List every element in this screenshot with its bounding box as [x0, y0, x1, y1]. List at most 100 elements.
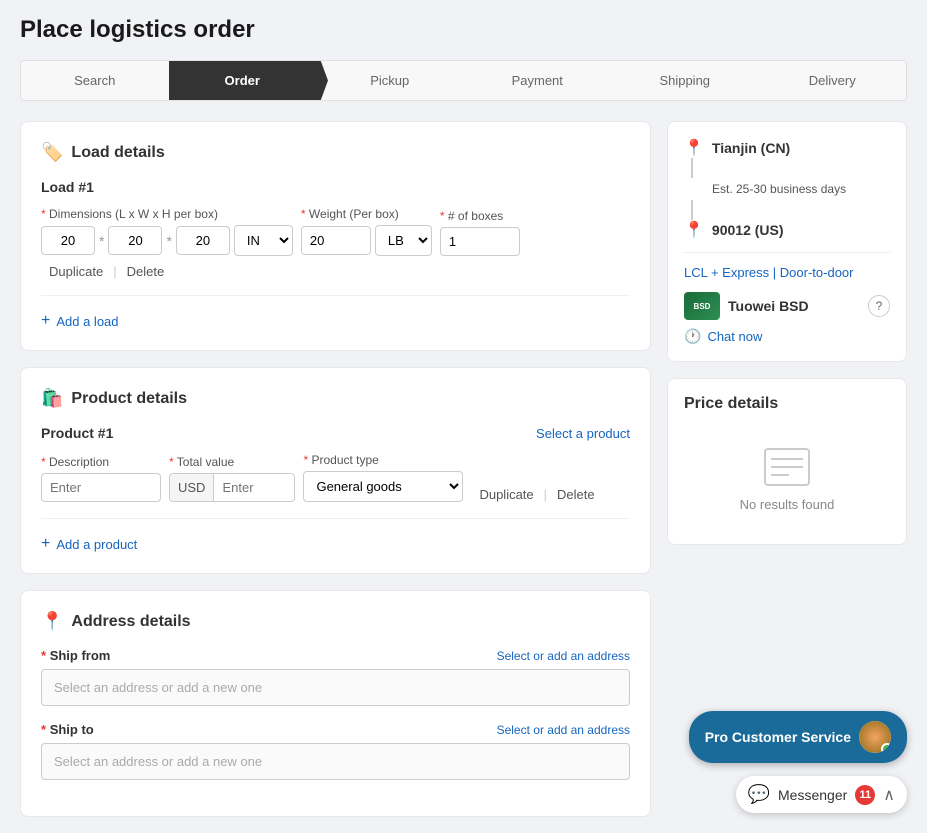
dim-h-input[interactable]	[176, 226, 230, 255]
pro-service-label: Pro Customer Service	[705, 729, 851, 745]
pro-avatar	[859, 721, 891, 753]
step-delivery[interactable]: Delivery	[759, 61, 907, 100]
product-details-title: 🛍️ Product details	[41, 388, 630, 409]
address-details-title: 📍 Address details	[41, 611, 630, 632]
origin-icon: 📍	[684, 138, 704, 158]
product-action-links: Duplicate | Delete	[479, 487, 594, 502]
load-details-title: 🏷️ Load details	[41, 142, 630, 163]
messenger-expand-icon[interactable]: ∧	[883, 785, 895, 805]
step-pickup[interactable]: Pickup	[316, 61, 464, 100]
forwarder-logo: BSD	[684, 292, 720, 320]
description-input[interactable]	[41, 473, 161, 502]
messenger-label: Messenger	[778, 787, 847, 803]
load-form-row: * Dimensions (L x W x H per box) * * IN …	[41, 207, 630, 279]
no-results-section: No results found	[684, 429, 890, 528]
weight-group: * Weight (Per box) LB KG	[301, 207, 432, 256]
forwarder-name: Tuowei BSD	[728, 298, 860, 314]
weight-label: * Weight (Per box)	[301, 207, 432, 221]
price-details-card: Price details No results found	[667, 378, 907, 545]
route-est: Est. 25-30 business days	[712, 182, 890, 196]
chat-now-button[interactable]: 🕐 Chat now	[684, 328, 890, 345]
chat-icon: 🕐	[684, 328, 701, 345]
step-search[interactable]: Search	[21, 61, 169, 100]
page-title: Place logistics order	[20, 16, 907, 44]
product-number-label: Product #1	[41, 425, 113, 441]
route-origin: 📍 Tianjin (CN)	[684, 138, 890, 158]
step-payment[interactable]: Payment	[464, 61, 612, 100]
ship-to-link[interactable]: Select or add an address	[497, 723, 630, 737]
ship-to-input[interactable]: Select an address or add a new one	[41, 743, 630, 780]
value-input-group: USD	[169, 473, 295, 502]
value-input[interactable]	[214, 474, 294, 501]
pro-online-badge	[881, 743, 891, 753]
weight-unit-select[interactable]: LB KG	[375, 225, 432, 256]
ship-from-label-row: * Ship from Select or add an address	[41, 648, 630, 663]
no-results-icon	[761, 445, 813, 489]
route-divider	[684, 252, 890, 253]
step-shipping[interactable]: Shipping	[611, 61, 759, 100]
select-product-link[interactable]: Select a product	[536, 426, 630, 441]
help-icon[interactable]: ?	[868, 295, 890, 317]
total-value-group: * Total value USD	[169, 455, 295, 502]
ship-from-link[interactable]: Select or add an address	[497, 649, 630, 663]
pro-customer-service-button[interactable]: Pro Customer Service	[689, 711, 907, 763]
boxes-group: * # of boxes	[440, 209, 520, 256]
route-service-type: LCL + Express | Door-to-door	[684, 265, 890, 280]
ship-from-input[interactable]: Select an address or add a new one	[41, 669, 630, 706]
load-action-links: Duplicate | Delete	[49, 264, 164, 279]
product-header-row: Product #1 Select a product	[41, 425, 630, 441]
ship-from-label: * Ship from	[41, 648, 110, 663]
dim-sep-2: *	[166, 233, 171, 249]
dim-unit-select[interactable]: IN CM	[234, 225, 293, 256]
dimensions-group: * Dimensions (L x W x H per box) * * IN …	[41, 207, 293, 256]
messenger-bar[interactable]: 💬 Messenger 11 ∧	[736, 776, 907, 813]
dim-l-input[interactable]	[41, 226, 95, 255]
address-icon: 📍	[41, 611, 63, 632]
ship-to-label: * Ship to	[41, 722, 94, 737]
step-order[interactable]: Order	[169, 61, 317, 100]
route-connector	[691, 158, 693, 178]
address-details-card: 📍 Address details * Ship from Select or …	[20, 590, 651, 817]
messenger-icon: 💬	[748, 784, 770, 805]
load-duplicate-link[interactable]: Duplicate	[49, 264, 103, 279]
price-title: Price details	[684, 395, 890, 413]
boxes-input[interactable]	[440, 227, 520, 256]
messenger-badge: 11	[855, 785, 875, 805]
load-delete-link[interactable]: Delete	[127, 264, 165, 279]
no-results-text: No results found	[740, 497, 835, 512]
product-details-card: 🛍️ Product details Product #1 Select a p…	[20, 367, 651, 574]
product-duplicate-link[interactable]: Duplicate	[479, 487, 533, 502]
product-form-row: * Description * Total value USD	[41, 453, 630, 502]
stepper: Search Order Pickup Payment Shipping Del…	[20, 60, 907, 101]
currency-label: USD	[170, 474, 214, 501]
add-product-plus-icon: +	[41, 535, 50, 553]
dim-inputs-row: * * IN CM	[41, 225, 293, 256]
add-product-button[interactable]: + Add a product	[41, 535, 630, 553]
add-load-plus-icon: +	[41, 312, 50, 330]
product-type-label: * Product type	[303, 453, 463, 467]
product-type-group: * Product type General goods Electronics…	[303, 453, 463, 502]
ship-from-field: * Ship from Select or add an address Sel…	[41, 648, 630, 706]
dest-icon: 📍	[684, 220, 704, 240]
product-divider	[41, 518, 630, 519]
weight-input[interactable]	[301, 226, 371, 255]
route-card: 📍 Tianjin (CN) Est. 25-30 business days …	[667, 121, 907, 362]
weight-inputs-row: LB KG	[301, 225, 432, 256]
description-label: * Description	[41, 455, 161, 469]
route-connector-2	[691, 200, 693, 220]
boxes-label: * # of boxes	[440, 209, 520, 223]
forwarder-row: BSD Tuowei BSD ?	[684, 292, 890, 320]
load-divider	[41, 295, 630, 296]
product-type-select[interactable]: General goods Electronics Clothing Food …	[303, 471, 463, 502]
ship-to-label-row: * Ship to Select or add an address	[41, 722, 630, 737]
dim-w-input[interactable]	[108, 226, 162, 255]
product-delete-link[interactable]: Delete	[557, 487, 595, 502]
load-icon: 🏷️	[41, 142, 63, 163]
load-details-card: 🏷️ Load details Load #1 * Dimensions (L …	[20, 121, 651, 351]
total-value-label: * Total value	[169, 455, 295, 469]
add-load-button[interactable]: + Add a load	[41, 312, 630, 330]
dimensions-label: * Dimensions (L x W x H per box)	[41, 207, 293, 221]
dim-sep-1: *	[99, 233, 104, 249]
route-destination: 📍 90012 (US)	[684, 220, 890, 240]
load-number-label: Load #1	[41, 179, 630, 195]
